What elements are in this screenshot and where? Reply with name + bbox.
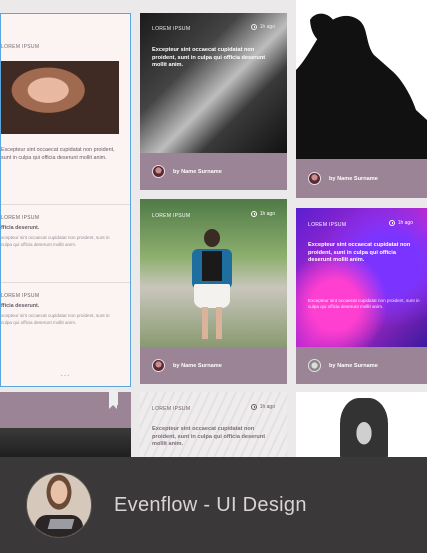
card-tag: LOREM IPSUM (152, 213, 191, 219)
list-item-text: xcepteur sint occaecat cupidatat non pro… (1, 235, 110, 247)
dj-card[interactable]: LOREM IPSUM 1h ago Excepteur sint occaec… (140, 13, 287, 190)
list-item-text: xcepteur sint occaecat cupidatat non pro… (1, 313, 110, 325)
singer-card[interactable]: by Name Surname (296, 0, 427, 198)
list-item-title: fficia deserunt. (1, 225, 40, 231)
card-excerpt: Excepteur sint occaecat cupidatat non pr… (152, 426, 266, 447)
card-tag: LOREM IPSUM (1, 44, 40, 50)
card-tag: LOREM IPSUM (308, 222, 347, 228)
author-label: by Name Surname (329, 175, 378, 182)
purple-card[interactable]: LOREM IPSUM 1h ago Excepteur sint occaec… (296, 208, 427, 384)
clock-icon (250, 404, 257, 410)
card-time: 1h ago (250, 24, 275, 30)
card-excerpt: Excepteur sint occaecat cupidatat non pr… (308, 242, 411, 263)
card-photo-dj (140, 13, 287, 153)
author-label: by Name Surname (173, 168, 222, 175)
list-item-tag: LOREM IPSUM (1, 215, 40, 221)
card-tag: LOREM IPSUM (152, 26, 191, 32)
time-label: 1h ago (259, 211, 275, 217)
card-time: 1h ago (250, 211, 275, 217)
girl-card[interactable]: LOREM IPSUM 1h ago by Name Surname (140, 199, 287, 384)
card-photo-singer (296, 0, 427, 160)
avatar-laptop (47, 519, 75, 529)
list-item-tag: LOREM IPSUM (1, 293, 40, 299)
card-time (409, 24, 415, 30)
list-item[interactable]: LOREM IPSUM fficia deserunt. xcepteur si… (1, 204, 130, 282)
singer-silhouette (296, 13, 427, 160)
clock-icon (250, 211, 257, 217)
list-card[interactable]: LOREM IPSUM Excepteur sint occaecat cupi… (0, 13, 131, 387)
card-excerpt: Excepteur sint occaecat cupidatat non pr… (152, 47, 266, 68)
card-photo-guitarist (340, 398, 388, 462)
avatar (308, 172, 321, 185)
time-label: 1h ago (259, 24, 275, 30)
shot-collage: LOREM IPSUM Excepteur sint occaecat cupi… (0, 0, 427, 553)
list-item[interactable]: LOREM IPSUM fficia deserunt. xcepteur si… (1, 282, 130, 360)
author-avatar[interactable] (26, 472, 92, 538)
card-footer: by Name Surname (296, 347, 427, 384)
bookmark-icon[interactable] (109, 390, 118, 409)
card-tag: LOREM IPSUM (152, 406, 191, 412)
card-photo-headphones (1, 61, 119, 134)
clock-icon (250, 24, 257, 30)
more-dots[interactable]: ... (1, 369, 130, 378)
avatar (152, 165, 165, 178)
clock-icon (388, 220, 395, 226)
avatar (308, 359, 321, 372)
list-item-title: fficia deserunt. (1, 303, 40, 309)
card-time: 1h ago (250, 404, 275, 410)
paper-card[interactable]: LOREM IPSUM 1h ago Excepteur sint occaec… (140, 392, 287, 462)
avatar (152, 359, 165, 372)
author-label: by Name Surname (329, 362, 378, 369)
card-footer: by Name Surname (140, 153, 287, 190)
author-label: by Name Surname (173, 362, 222, 369)
clock-icon (409, 24, 415, 30)
girl-figure (184, 229, 240, 341)
shot-info-bar: Evenflow - UI Design (0, 457, 427, 553)
shot-title[interactable]: Evenflow - UI Design (114, 494, 307, 517)
card-subtext: Excepteur sint occaecat cupidatat non pr… (308, 298, 420, 310)
guitarist-card[interactable] (296, 392, 427, 462)
time-label: 1h ago (259, 404, 275, 410)
card-time: 1h ago (388, 220, 413, 226)
card-excerpt: Excepteur sint occaecat cupidatat non pr… (1, 147, 115, 161)
card-footer: by Name Surname (140, 347, 287, 384)
time-label: 1h ago (397, 220, 413, 226)
card-photo-smoke (296, 208, 427, 347)
card-footer: by Name Surname (296, 159, 427, 198)
